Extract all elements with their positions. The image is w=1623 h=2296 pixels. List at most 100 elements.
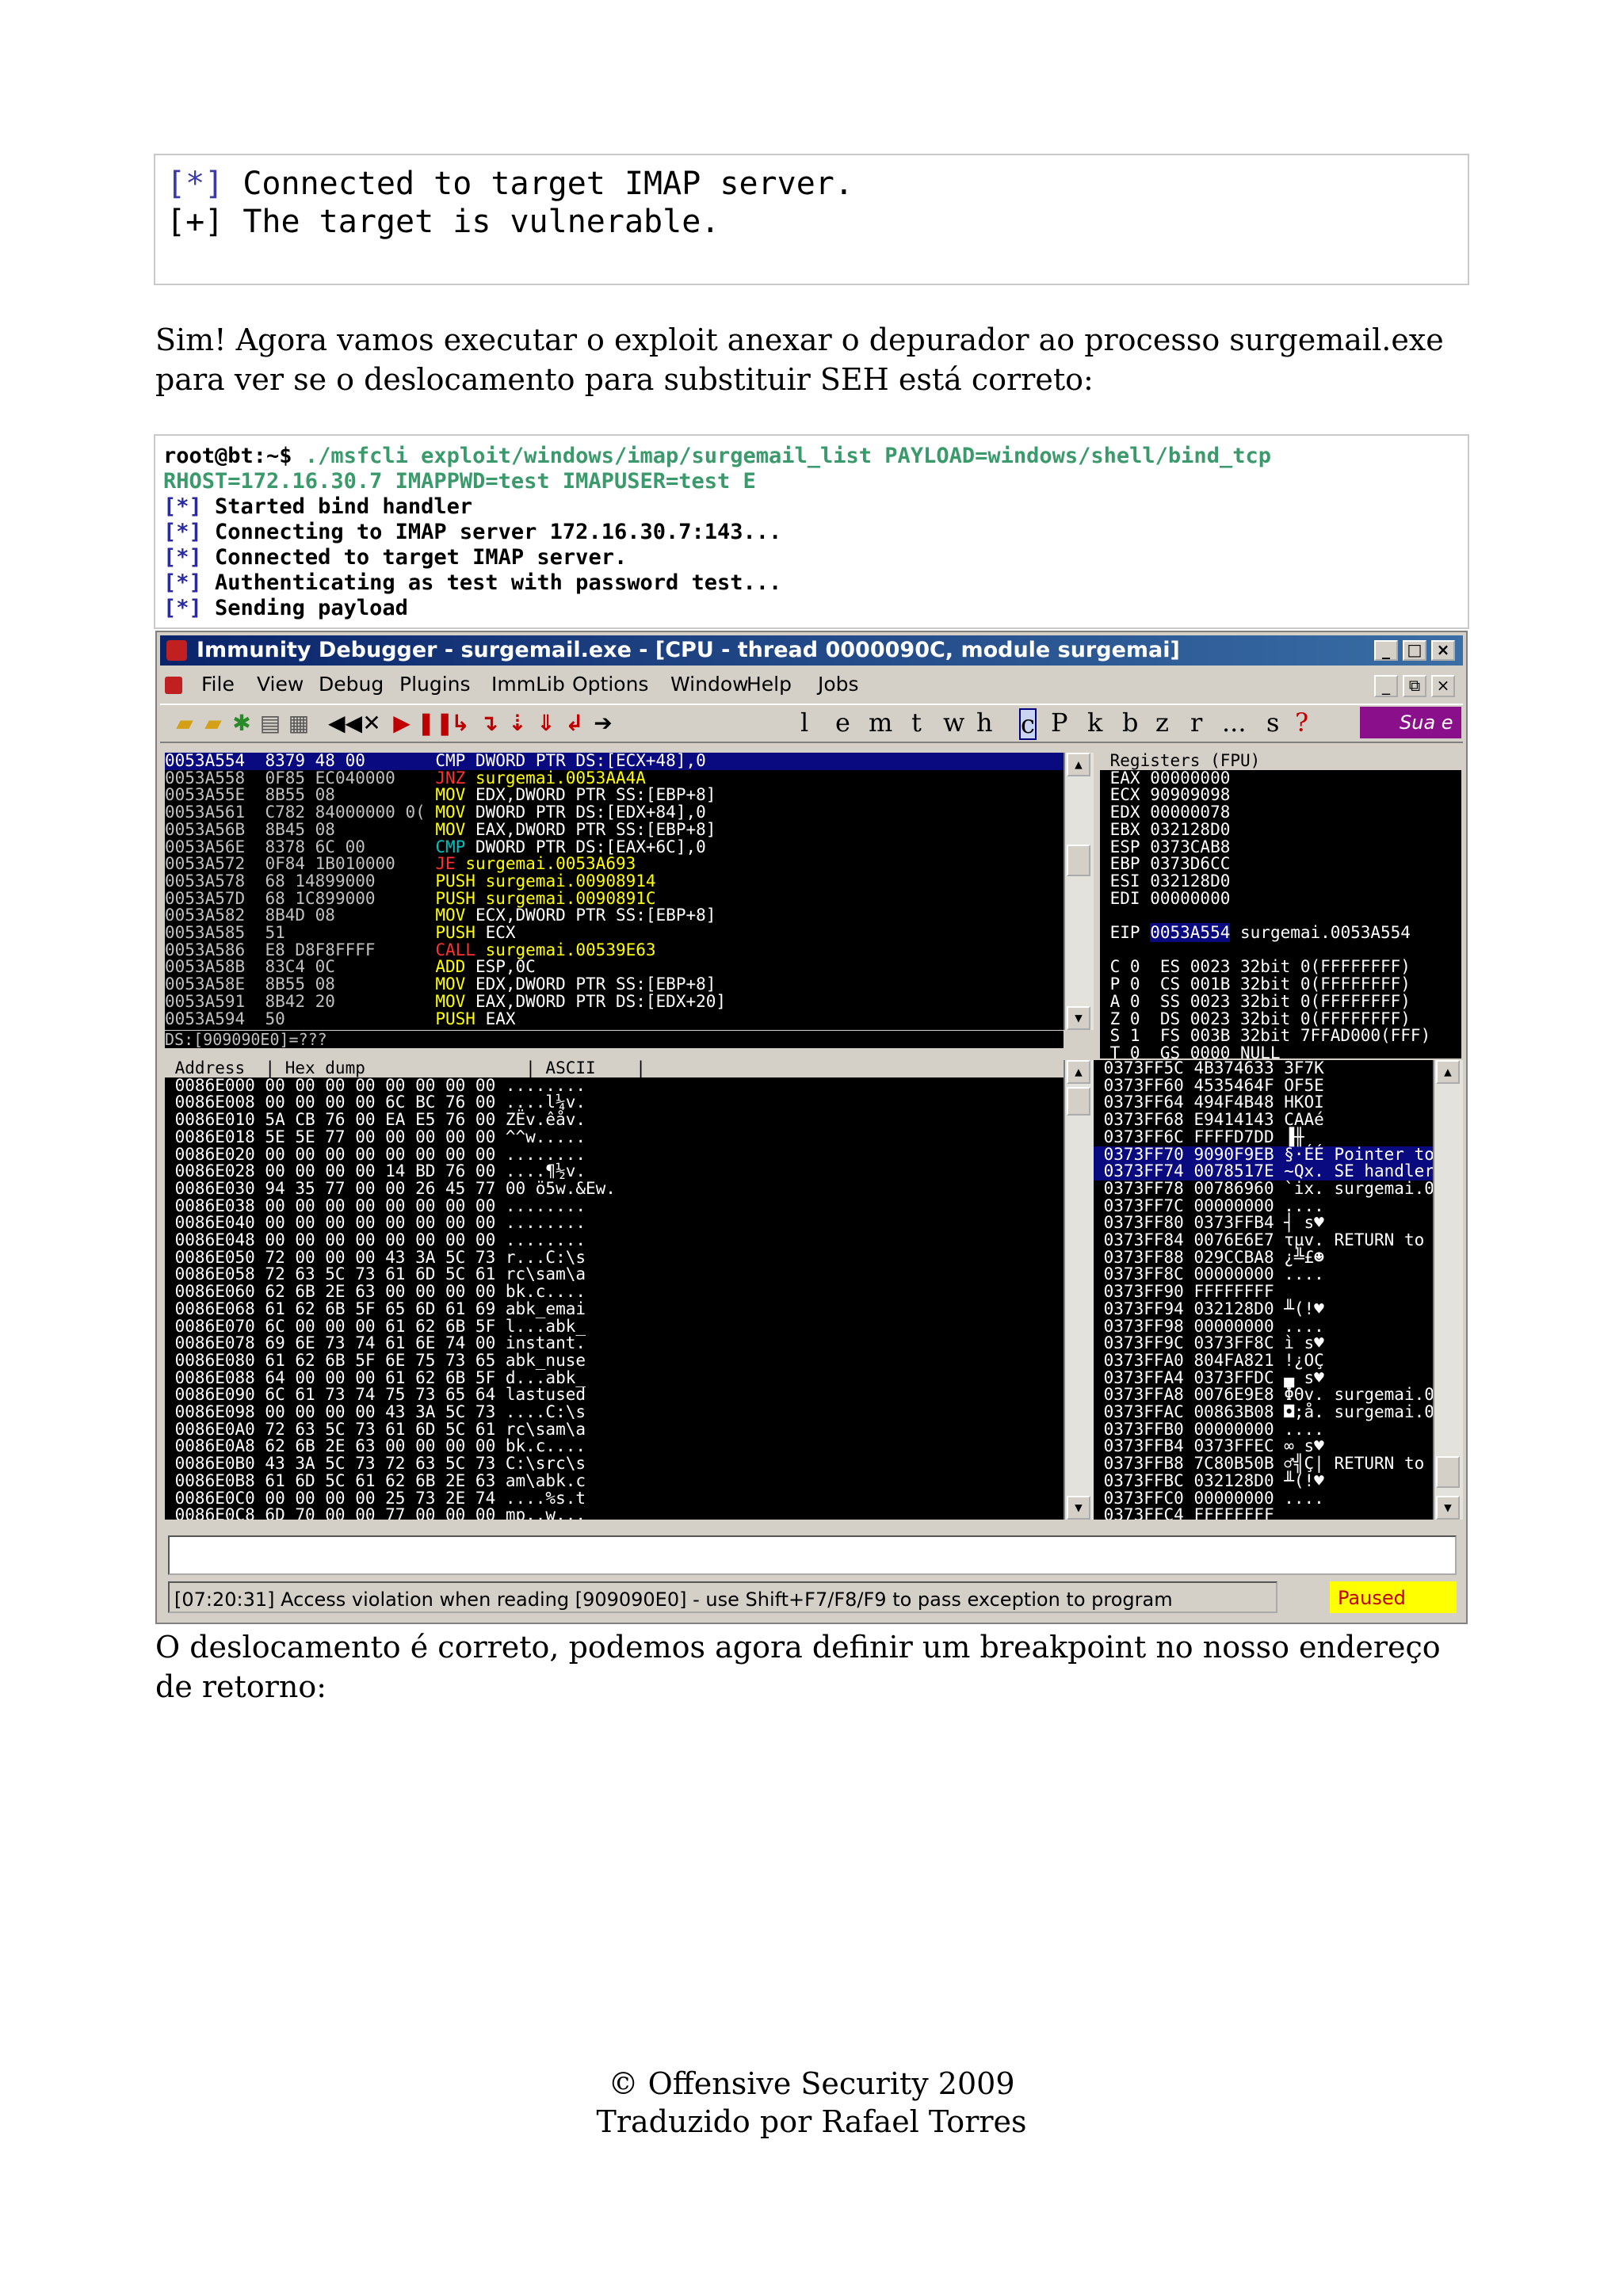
menu-item-jobs[interactable]: Jobs [818,669,859,700]
toolbar-button-t[interactable]: t [911,708,922,737]
stack-row[interactable]: 0373FF98 00000000 .... [1094,1318,1441,1336]
stack-row[interactable]: 0373FFA8 0076E9E8 ΦΘv. surgemai.0076E9E8 [1094,1386,1441,1404]
disassembly-scrollbar[interactable]: ▲ ▼ [1064,753,1094,1030]
execute-till-return-icon[interactable]: ↲ [561,710,588,737]
stack-row[interactable]: 0373FF5C 4B374633 3F7K [1094,1060,1441,1077]
rewind-icon[interactable]: ◀◀ [328,710,362,737]
trace-into-icon[interactable]: ⇣ [504,710,531,737]
toolbar-button-l[interactable]: l [800,708,808,737]
scroll-thumb[interactable] [1067,1087,1090,1116]
trace-over-icon[interactable]: ⇓ [533,710,559,737]
stack-row[interactable]: 0373FF64 494F4B48 HKOI [1094,1094,1441,1112]
disassembly-row[interactable]: 0053A58B 83C4 0C ADD ESP,0C [165,959,1064,976]
stack-row[interactable]: 0373FFA4 0373FFDC ▄ s♥ [1094,1369,1441,1387]
pause-icon[interactable]: ❚❚ [417,710,454,737]
folder-icon[interactable]: ▰ [200,710,227,737]
scroll-down-icon[interactable]: ▼ [1067,1496,1090,1520]
disassembly-row[interactable]: 0053A56E 8378 6C 00 CMP DWORD PTR DS:[EA… [165,838,1064,856]
disassembly-pane[interactable]: 0053A554 8379 48 00 CMP DWORD PTR DS:[EC… [165,753,1064,1030]
toolbar-button-e[interactable]: e [835,708,850,737]
mdi-restore-button[interactable]: ⧉ [1403,675,1426,697]
toolbar-button-P[interactable]: P [1051,708,1068,737]
disassembly-row[interactable]: 0053A58E 8B55 08 MOV EDX,DWORD PTR SS:[E… [165,975,1064,994]
toolbar-button-m[interactable]: m [869,708,892,737]
toolbar-button-b[interactable]: b [1122,708,1138,737]
disassembly-row[interactable]: 0053A582 8B4D 08 MOV ECX,DWORD PTR SS:[E… [165,906,1064,925]
scroll-thumb[interactable] [1067,845,1090,876]
stack-row[interactable]: 0373FF70 9090F9EB §·ÉÉ Pointer to next S… [1094,1146,1441,1164]
stack-row[interactable]: 0373FFC0 00000000 .... [1094,1489,1441,1508]
stack-row[interactable]: 0373FF78 00786960 `ix. surgemai.00786960 [1094,1180,1441,1198]
memory-dump-pane[interactable]: Address | Hex dump | ASCII | 0086E000 00… [165,1060,1064,1520]
stack-row[interactable]: 0373FF8C 00000000 .... [1094,1266,1441,1283]
minimize-button[interactable]: _ [1374,640,1398,661]
command-input[interactable] [168,1535,1457,1575]
disassembly-row[interactable]: 0053A56B 8B45 08 MOV EAX,DWORD PTR SS:[E… [165,821,1064,839]
maximize-button[interactable]: □ [1403,640,1426,661]
toolbar-button-help[interactable]: ? [1295,708,1308,737]
go-to-icon[interactable]: ➔ [590,710,617,737]
stack-row[interactable]: 0373FF88 029CCBA8 ¿╩£☻ [1094,1249,1441,1267]
stack-row[interactable]: 0373FF9C 0373FF8C ì s♥ [1094,1334,1441,1352]
step-over-icon[interactable]: ↴ [475,710,502,737]
stack-row[interactable]: 0373FFBC 032128D0 ╨(!♥ [1094,1472,1441,1490]
disassembly-row[interactable]: 0053A554 8379 48 00 CMP DWORD PTR DS:[EC… [165,753,1064,770]
stack-row[interactable]: 0373FFC4 FFFFFFFF [1094,1506,1441,1520]
stop-icon[interactable]: ✕ [358,710,385,737]
disassembly-row[interactable]: 0053A57D 68 1C899000 PUSH surgemai.00908… [165,890,1064,908]
stack-row[interactable]: 0373FFB4 0373FFEC ∞ s♥ [1094,1438,1441,1455]
menu-item-file[interactable]: File [201,669,235,700]
toolbar-button-w[interactable]: w [943,708,964,737]
window-icon[interactable]: ▤ [257,710,284,737]
disassembly-row[interactable]: 0053A558 0F85 EC040000 JNZ surgemai.0053… [165,769,1064,788]
stack-row[interactable]: 0373FF80 0373FFB4 ┤ s♥ [1094,1214,1441,1232]
play-icon[interactable]: ▶ [388,710,415,737]
stack-row[interactable]: 0373FF94 032128D0 ╨(!♥ [1094,1300,1441,1318]
open-icon[interactable]: ▰ [171,710,198,737]
disassembly-row[interactable]: 0053A561 C782 84000000 0( MOV DWORD PTR … [165,803,1064,822]
toolbar-button-z[interactable]: z [1155,708,1169,737]
stack-row[interactable]: 0373FF60 4535464F OF5E [1094,1077,1441,1095]
scroll-up-icon[interactable]: ▲ [1067,1060,1090,1084]
stack-scrollbar[interactable]: ▲ ▼ [1433,1060,1463,1520]
grid-icon[interactable]: ▦ [285,710,312,737]
run-icon[interactable]: ✱ [228,710,255,737]
disassembly-row[interactable]: 0053A585 51 PUSH ECX [165,924,1064,942]
toolbar-button-r[interactable]: r [1190,708,1202,737]
scroll-down-icon[interactable]: ▼ [1067,1006,1090,1030]
stack-pane[interactable]: 0373FF5C 4B374633 3F7K 0373FF60 4535464F… [1094,1060,1441,1520]
step-into-icon[interactable]: ↳ [447,710,474,737]
scroll-up-icon[interactable]: ▲ [1067,753,1090,776]
menu-item-view[interactable]: View [257,669,304,700]
menu-item-immlib[interactable]: ImmLib [491,669,565,700]
stack-row[interactable]: 0373FF74 0078517E ~Qx. SE handler [1094,1162,1441,1180]
disassembly-row[interactable]: 0053A55E 8B55 08 MOV EDX,DWORD PTR SS:[E… [165,787,1064,804]
menu-item-options[interactable]: Options [572,669,648,700]
close-button[interactable]: × [1431,640,1455,661]
disassembly-row[interactable]: 0053A586 E8 D8F8FFFF CALL surgemai.00539… [165,941,1064,959]
stack-row[interactable]: 0373FFB8 7C80B50B ♂╣Ç| RETURN to kernel3… [1094,1455,1441,1473]
disassembly-row[interactable]: 0053A594 50 PUSH EAX [165,1010,1064,1028]
toolbar-button-c[interactable]: c [1019,708,1037,740]
menu-item-help[interactable]: Help [747,669,792,700]
mdi-minimize-button[interactable]: _ [1374,675,1398,697]
disassembly-row[interactable]: 0053A591 8B42 20 MOV EAX,DWORD PTR DS:[E… [165,993,1064,1011]
disassembly-row[interactable]: 0053A572 0F84 1B010000 JE surgemai.0053A… [165,855,1064,873]
disassembly-row[interactable]: 0053A578 68 14899000 PUSH surgemai.00908… [165,872,1064,891]
stack-row[interactable]: 0373FF90 FFFFFFFF [1094,1283,1441,1301]
menu-item-debug[interactable]: Debug [319,669,384,700]
scroll-thumb[interactable] [1436,1456,1460,1488]
toolbar-button-s[interactable]: s [1266,708,1279,737]
scroll-down-icon[interactable]: ▼ [1436,1496,1460,1520]
stack-row[interactable]: 0373FF84 0076E6E7 τµv. RETURN to surgema… [1094,1231,1441,1249]
scroll-up-icon[interactable]: ▲ [1436,1060,1460,1084]
toolbar-button-k[interactable]: k [1087,708,1102,737]
toolbar-button-h[interactable]: h [976,708,993,737]
mdi-close-button[interactable]: × [1431,675,1455,697]
stack-row[interactable]: 0373FF6C FFFFD7DD ▐╫ [1094,1128,1441,1146]
toolbar-button-more[interactable]: ... [1222,708,1247,737]
registers-pane[interactable]: Registers (FPU) EAX 00000000 ECX 9090909… [1100,753,1461,1058]
dump-scrollbar[interactable]: ▲ ▼ [1064,1060,1094,1520]
menu-item-plugins[interactable]: Plugins [399,669,471,700]
stack-row[interactable]: 0373FFA0 804FA821 !¿OÇ [1094,1352,1441,1370]
